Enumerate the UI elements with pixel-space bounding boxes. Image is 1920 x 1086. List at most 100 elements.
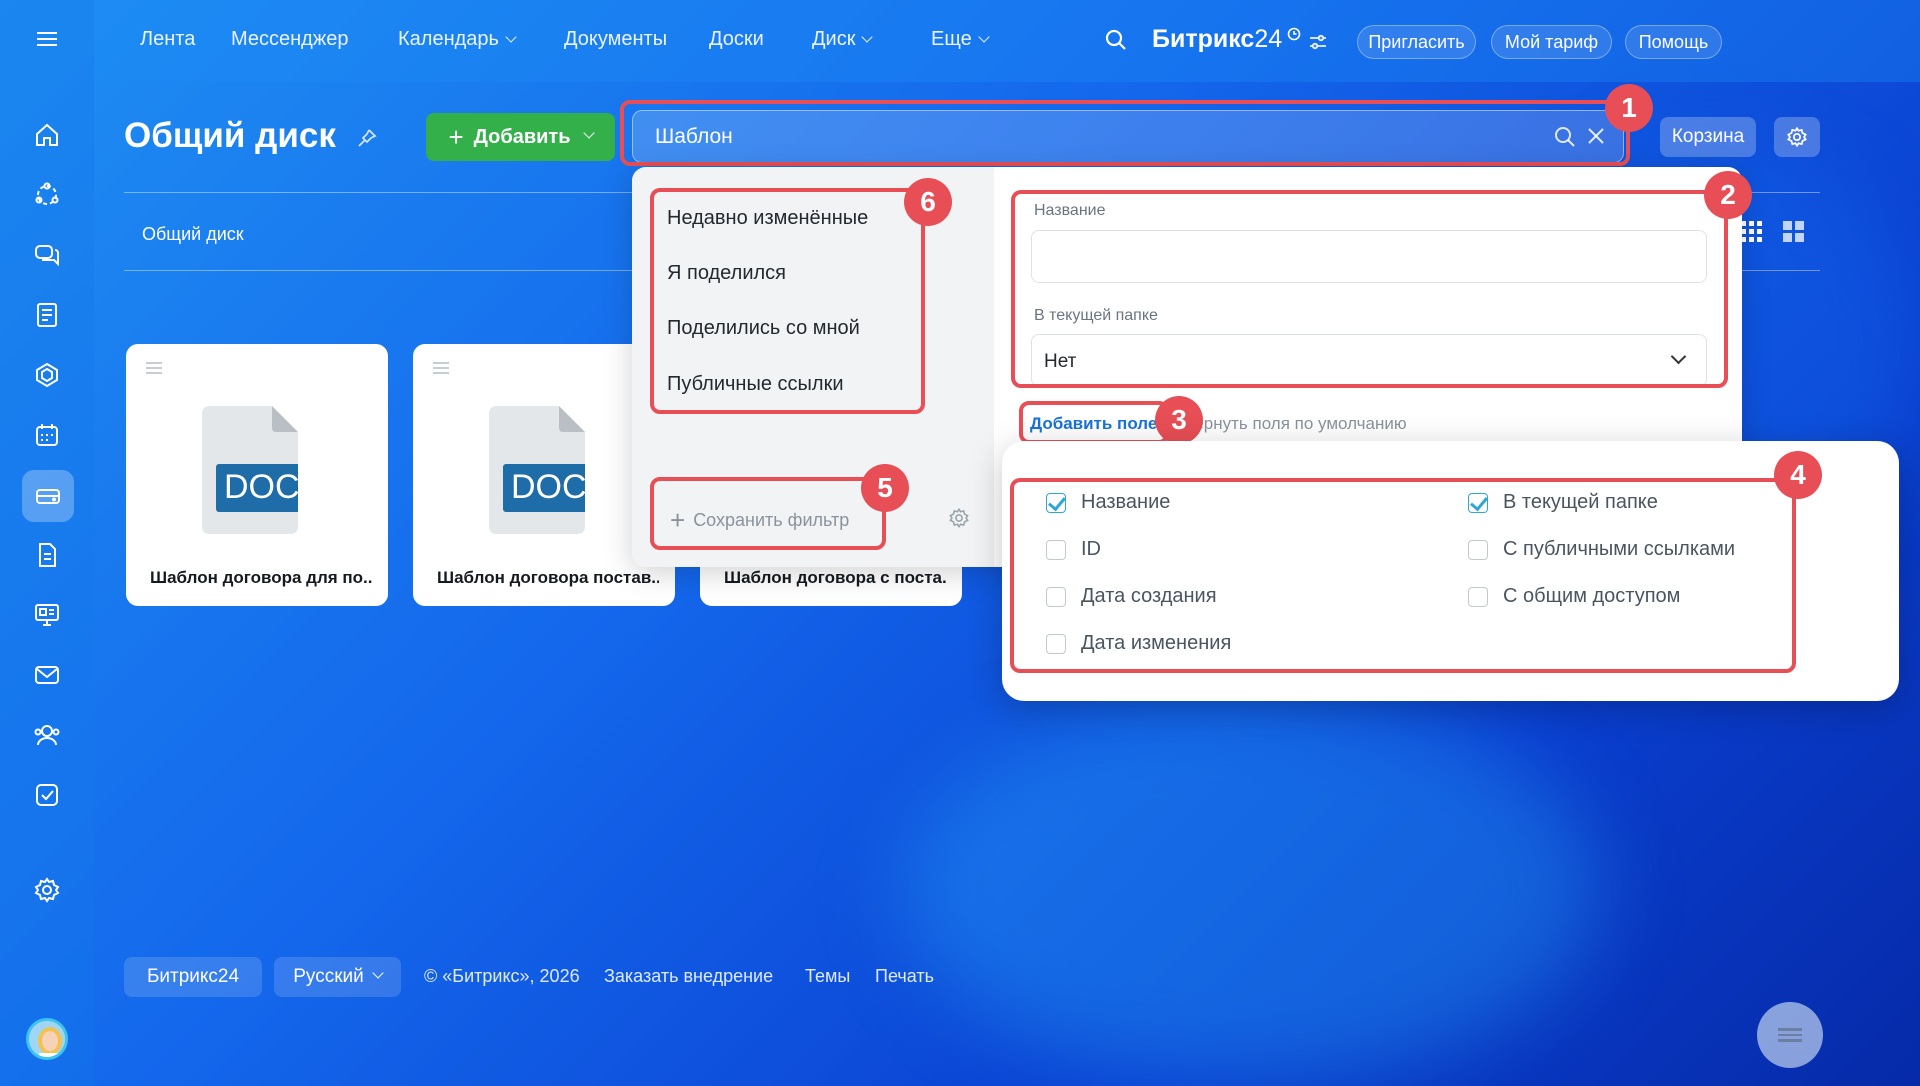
- search-field[interactable]: [632, 110, 1624, 163]
- step-badge-5: 5: [861, 464, 909, 512]
- save-filter-button[interactable]: + Сохранить фильтр: [670, 505, 849, 536]
- chat-widget-button[interactable]: [1757, 1002, 1823, 1068]
- menu-icon[interactable]: [22, 14, 72, 64]
- nav-documents[interactable]: Документы: [564, 28, 667, 51]
- field-option-label: Название: [1081, 491, 1171, 513]
- chevron-down-icon: [1670, 348, 1687, 365]
- footer-brand-button[interactable]: Битрикс24: [124, 957, 262, 997]
- field-option-created[interactable]: Дата создания: [1046, 585, 1217, 608]
- field-option-label: Дата создания: [1081, 585, 1217, 607]
- preset-shared-with-me[interactable]: Поделились со мной: [667, 317, 860, 340]
- breadcrumb[interactable]: Общий диск: [142, 224, 244, 245]
- language-select[interactable]: Русский: [274, 957, 401, 997]
- print-link[interactable]: Печать: [875, 966, 934, 987]
- tile-view-icon[interactable]: [1782, 220, 1806, 249]
- order-link[interactable]: Заказать внедрение: [604, 966, 773, 987]
- checkbox[interactable]: [1046, 586, 1066, 607]
- trash-button[interactable]: Корзина: [1660, 117, 1756, 157]
- folder-field-label: В текущей папке: [1034, 307, 1158, 324]
- checkbox-checked[interactable]: [1046, 492, 1066, 513]
- field-option-label: С публичными ссылками: [1503, 538, 1736, 560]
- field-option-shared[interactable]: С общим доступом: [1468, 585, 1680, 608]
- news-icon[interactable]: [22, 290, 72, 340]
- hexagon-icon[interactable]: [22, 350, 72, 400]
- nav-boards[interactable]: Доски: [709, 28, 764, 51]
- search-icon[interactable]: [1104, 28, 1128, 57]
- close-icon[interactable]: [1586, 126, 1606, 151]
- field-option-label: ID: [1081, 538, 1101, 560]
- search-input[interactable]: [655, 121, 1495, 153]
- field-option-id[interactable]: ID: [1046, 538, 1101, 561]
- mail-icon[interactable]: [22, 650, 72, 700]
- nav-messenger[interactable]: Мессенджер: [231, 28, 348, 51]
- sliders-icon[interactable]: [1308, 32, 1328, 57]
- file-card[interactable]: DOC Шаблон договора для по...: [126, 344, 388, 606]
- step-badge-6: 6: [904, 178, 952, 226]
- add-field-link[interactable]: Добавить поле: [1030, 414, 1157, 434]
- file-name[interactable]: Шаблон договора постав...: [437, 568, 659, 588]
- calendar-icon[interactable]: [22, 410, 72, 460]
- save-filter-label: Сохранить фильтр: [693, 510, 850, 530]
- folder-select[interactable]: Нет: [1031, 334, 1707, 387]
- checkbox[interactable]: [1468, 539, 1488, 560]
- document-icon[interactable]: [22, 530, 72, 580]
- field-option-public-links[interactable]: С публичными ссылками: [1468, 538, 1735, 561]
- tariff-button[interactable]: Мой тариф: [1491, 25, 1612, 59]
- clock-icon: [1287, 27, 1301, 46]
- file-type-label: DOC: [224, 468, 300, 506]
- preset-shared-by-me[interactable]: Я поделился: [667, 262, 786, 285]
- chat-icon[interactable]: [22, 230, 72, 280]
- language-label: Русский: [293, 966, 364, 987]
- reset-fields-link[interactable]: Вернуть поля по умолчанию: [1183, 414, 1407, 434]
- file-name[interactable]: Шаблон договора для по...: [150, 568, 372, 588]
- drag-handle-icon[interactable]: [433, 362, 449, 377]
- home-icon[interactable]: [22, 110, 72, 160]
- preset-recent[interactable]: Недавно изменённые: [667, 207, 868, 230]
- nav-calendar-label: Календарь: [398, 28, 499, 50]
- top-navigation: Лента Мессенджер Календарь Документы Дос…: [94, 0, 1920, 82]
- field-option-label: В текущей папке: [1503, 491, 1658, 513]
- nav-calendar[interactable]: Календарь: [398, 28, 517, 51]
- nav-more-label: Еще: [931, 28, 972, 50]
- drag-handle-icon[interactable]: [146, 362, 162, 377]
- checkbox[interactable]: [1046, 539, 1066, 560]
- field-option-name[interactable]: Название: [1046, 491, 1170, 514]
- pin-icon[interactable]: [356, 118, 378, 158]
- settings-button[interactable]: [1774, 117, 1820, 157]
- presentation-icon[interactable]: [22, 590, 72, 640]
- file-name[interactable]: Шаблон договора с поста...: [724, 568, 946, 588]
- nav-feed[interactable]: Лента: [140, 28, 195, 51]
- field-option-modified[interactable]: Дата изменения: [1046, 632, 1231, 655]
- drive-icon[interactable]: [22, 470, 74, 522]
- checkbox-checked[interactable]: [1468, 492, 1488, 513]
- checkbox[interactable]: [1046, 633, 1066, 654]
- add-button[interactable]: + Добавить: [426, 113, 615, 161]
- crm-icon[interactable]: [22, 170, 72, 220]
- gear-icon[interactable]: [948, 507, 970, 534]
- chevron-down-icon: [978, 31, 990, 43]
- invite-button[interactable]: Пригласить: [1357, 25, 1476, 59]
- field-option-folder[interactable]: В текущей папке: [1468, 491, 1658, 514]
- chevron-down-icon: [582, 127, 595, 139]
- checkbox[interactable]: [1468, 586, 1488, 607]
- grid-view-icon[interactable]: [1740, 220, 1764, 249]
- step-badge-2: 2: [1704, 171, 1752, 219]
- file-type-label: DOC: [511, 468, 587, 506]
- search-icon[interactable]: [1553, 125, 1577, 154]
- user-avatar[interactable]: [26, 1018, 68, 1060]
- nav-more[interactable]: Еще: [931, 28, 990, 51]
- name-field-input[interactable]: [1031, 230, 1707, 283]
- folder-select-value: Нет: [1044, 351, 1077, 372]
- settings-icon[interactable]: [22, 865, 72, 915]
- team-icon[interactable]: [22, 710, 72, 760]
- preset-public-links[interactable]: Публичные ссылки: [667, 373, 843, 396]
- nav-drive-label: Диск: [812, 28, 856, 50]
- gear-icon: [1787, 126, 1807, 148]
- copyright: © «Битрикс», 2026: [424, 966, 580, 986]
- help-button[interactable]: Помощь: [1625, 25, 1722, 59]
- nav-drive[interactable]: Диск: [812, 28, 874, 51]
- tasks-icon[interactable]: [22, 770, 72, 820]
- brand-number: 24: [1254, 25, 1283, 53]
- themes-link[interactable]: Темы: [805, 966, 850, 987]
- brand-logo[interactable]: Битрикс24: [1152, 25, 1282, 54]
